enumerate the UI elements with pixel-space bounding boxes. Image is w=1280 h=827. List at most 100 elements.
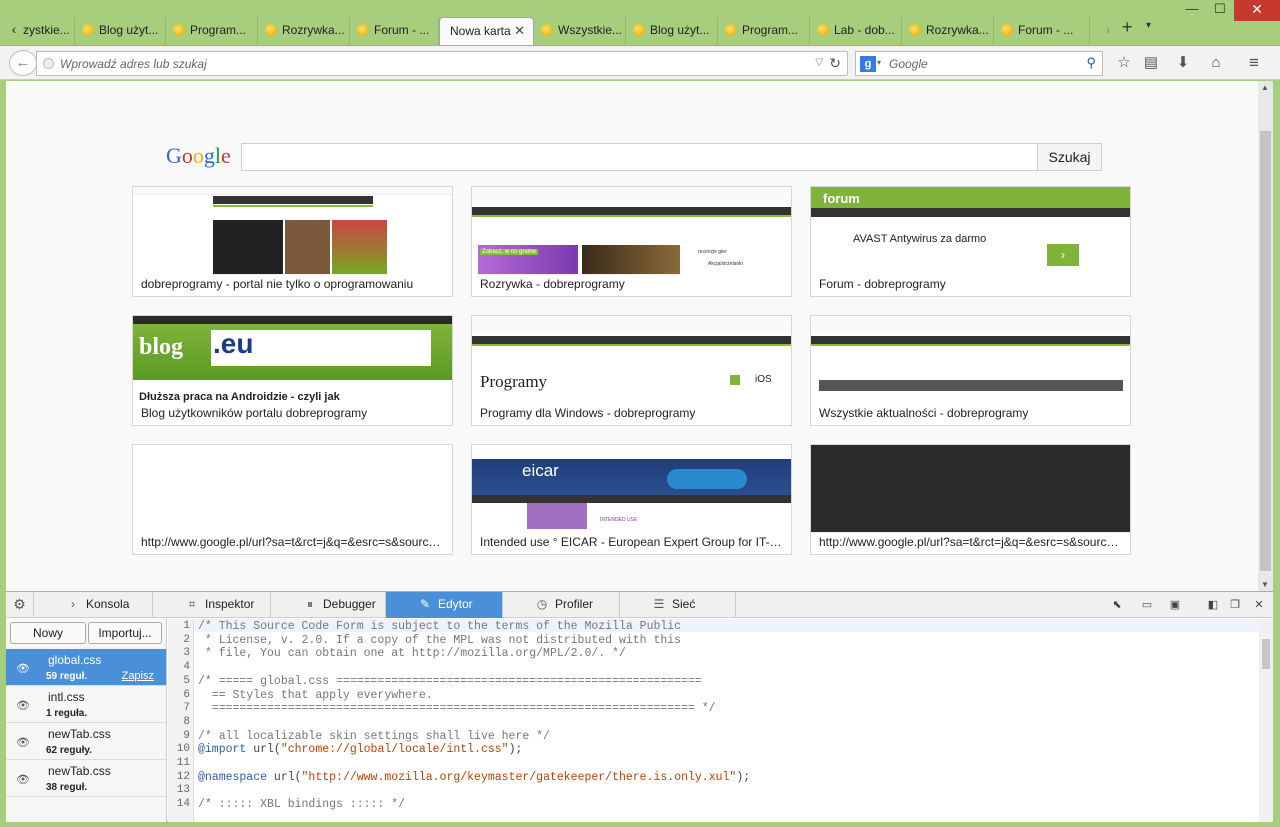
google-search-input[interactable] [241, 143, 1038, 171]
devtools-tab[interactable]: ⏸ Debugger [271, 592, 386, 618]
undock-window-icon[interactable]: ❐ [1226, 596, 1244, 614]
new-stylesheet-button[interactable]: Nowy [10, 622, 86, 644]
bookmarks-menu-icon[interactable]: ▤ [1140, 52, 1162, 74]
tab[interactable]: Forum - ... [994, 17, 1090, 45]
scrollbar-thumb[interactable] [1262, 639, 1270, 669]
import-stylesheet-button[interactable]: Importuj... [88, 622, 162, 644]
tab[interactable]: Blog użyt... [75, 17, 166, 45]
tab[interactable]: Forum - ... [350, 17, 439, 45]
close-tab-icon[interactable]: ✕ [514, 18, 525, 44]
tab[interactable]: Program... [166, 17, 258, 45]
stylesheet-item[interactable]: 👁 intl.css 1 reguła. [6, 686, 166, 723]
tile-thumbnail [811, 445, 1130, 533]
line-number: 13 [176, 784, 190, 797]
url-bar[interactable]: Wprowadź adres lub szukaj ▽ ↻ [36, 51, 848, 76]
toggle-visibility-eye-icon[interactable]: 👁 [16, 662, 30, 675]
devtools-settings-gear-icon[interactable]: ⚙ [6, 592, 34, 618]
toggle-visibility-eye-icon[interactable]: 👁 [16, 736, 30, 749]
stylesheet-item[interactable]: 👁 global.css 59 reguł. Zapisz [6, 649, 166, 686]
tile-title: Wszystkie aktualności - dobreprogramy [811, 403, 1130, 425]
devtools-tab[interactable]: ☰ Sieć [620, 592, 736, 618]
pick-element-icon[interactable]: ⬉ [1108, 596, 1126, 614]
thumb-text: INTENDED USE [600, 517, 638, 523]
top-site-tile[interactable]: Zobacz, w co grame recenzje gier Akcja/s… [471, 186, 792, 297]
line-number: 9 [183, 729, 190, 742]
code-line: /* ===== global.css ====================… [198, 674, 702, 688]
scroll-tabs-right-icon[interactable]: › [1100, 19, 1116, 39]
search-bar[interactable]: g ▾ Google ⚲ [855, 51, 1103, 76]
search-engine-dropdown-icon[interactable]: ▾ [877, 58, 881, 67]
close-devtools-icon[interactable]: ✕ [1250, 596, 1268, 614]
css-source-editor[interactable]: 1 2 3 4 5 6 7 8 9 10 11 12 13 14 /* This Source Code … [168, 619, 1273, 822]
site-favicon-icon [82, 24, 94, 36]
stylesheet-item[interactable]: 👁 newTab.css 38 reguł. [6, 760, 166, 797]
responsive-mode-icon[interactable]: ▭ [1138, 596, 1156, 614]
devtools-tab-icon: › [71, 597, 75, 611]
tab[interactable]: Blog użyt... [626, 17, 718, 45]
tab[interactable]: Rozrywka... [258, 17, 350, 45]
thumb-heading: Programy [480, 372, 548, 391]
toggle-visibility-eye-icon[interactable]: 👁 [16, 699, 30, 712]
url-history-dropdown-icon[interactable]: ▽ [815, 57, 823, 68]
tab-list-chevron-icon[interactable]: ▾ [1146, 20, 1151, 31]
tile-title: Blog użytkowników portalu dobreprogramy [133, 403, 452, 425]
top-site-tile[interactable]: Programy iOS Programy dla Windows - dobr… [471, 315, 792, 426]
navigation-toolbar: Wprowadź adres lub szukaj ▽ ↻ ← g ▾ Goog… [0, 45, 1280, 80]
url-placeholder: Wprowadź adres lub szukaj [60, 57, 207, 71]
top-site-tile[interactable]: http://www.google.pl/url?sa=t&rct=j&q=&e… [810, 444, 1131, 555]
tab[interactable]: Rozrywka... [902, 17, 994, 45]
tab-label: Program... [742, 23, 799, 37]
site-favicon-icon [541, 24, 553, 36]
scrollbar-thumb[interactable] [1260, 131, 1271, 571]
tile-thumbnail [133, 445, 452, 533]
google-search-button[interactable]: Szukaj [1037, 143, 1102, 171]
home-icon[interactable]: ⌂ [1205, 52, 1227, 74]
scroll-up-icon[interactable]: ▲ [1261, 83, 1269, 92]
devtools-tab-icon: ✎ [419, 597, 431, 611]
tab[interactable]: Lab - dob... [810, 17, 902, 45]
reload-icon[interactable]: ↻ [829, 55, 841, 72]
thumb-label: Zobacz, w co grame [480, 249, 539, 255]
downloads-icon[interactable]: ⬇ [1172, 52, 1194, 74]
line-number: 3 [183, 647, 190, 660]
code-line: /* This Source Code Form is subject to t… [198, 620, 682, 633]
dock-side-icon[interactable]: ◧ [1204, 596, 1222, 614]
tab-label: Lab - dob... [834, 23, 895, 37]
top-site-tile[interactable]: blog .eu Dłuższa praca na Androidzie - c… [132, 315, 453, 426]
top-site-tile[interactable]: forum AVAST Antywirus za darmo › Forum -… [810, 186, 1131, 297]
devtools-tab[interactable]: ⌗ Inspektor [153, 592, 271, 618]
new-tab-button[interactable]: + [1122, 17, 1133, 38]
devtools-tab[interactable]: ✎Edytor stylów [386, 592, 503, 636]
stylesheet-item[interactable]: 👁 newTab.css 62 reguły. [6, 723, 166, 760]
menu-hamburger-icon[interactable]: ≡ [1243, 52, 1265, 74]
top-site-tile[interactable]: eicar INTENDED USE Intended use ° EICAR … [471, 444, 792, 555]
tab[interactable]: zystkie... [17, 17, 75, 45]
devtools-tab[interactable]: ◷ Profiler [503, 592, 620, 618]
tile-title: Rozrywka - dobreprogramy [472, 274, 791, 296]
scroll-down-icon[interactable]: ▼ [1261, 580, 1269, 589]
page-scrollbar[interactable]: ▲ ▼ [1258, 81, 1273, 591]
tab-label: Program... [190, 23, 247, 37]
devtools-tab-label: Debugger [323, 597, 376, 611]
toggle-visibility-eye-icon[interactable]: 👁 [16, 773, 30, 786]
tile-title: dobreprogramy - portal nie tylko o oprog… [133, 274, 452, 296]
search-magnifier-icon[interactable]: ⚲ [1086, 55, 1096, 71]
save-stylesheet-link[interactable]: Zapisz [122, 670, 154, 682]
top-site-tile[interactable]: dobreprogramy - portal nie tylko o oprog… [132, 186, 453, 297]
editor-scrollbar[interactable] [1259, 619, 1273, 822]
screenshot-icon[interactable]: ▣ [1166, 596, 1184, 614]
tab[interactable]: Program... [718, 17, 810, 45]
top-site-tile[interactable]: http://www.google.pl/url?sa=t&rct=j&q=&e… [132, 444, 453, 555]
logo-letter: o [181, 143, 193, 168]
back-button[interactable]: ← [9, 50, 37, 76]
tab-label: Forum - ... [1018, 23, 1074, 37]
search-engine-icon[interactable]: g [860, 56, 876, 72]
tile-thumbnail: Zobacz, w co grame recenzje gier Akcja/s… [472, 187, 791, 275]
tab[interactable]: Wszystkie... [534, 17, 626, 45]
site-favicon-icon [909, 24, 921, 36]
devtools-tab[interactable]: › Konsola [34, 592, 153, 618]
stylesheet-rule-count: 1 reguła. [46, 708, 88, 719]
tab-active[interactable]: Nowa karta ✕ [439, 17, 534, 45]
bookmark-star-icon[interactable]: ☆ [1113, 52, 1135, 74]
top-site-tile[interactable]: Wszystkie aktualności - dobreprogramy [810, 315, 1131, 426]
